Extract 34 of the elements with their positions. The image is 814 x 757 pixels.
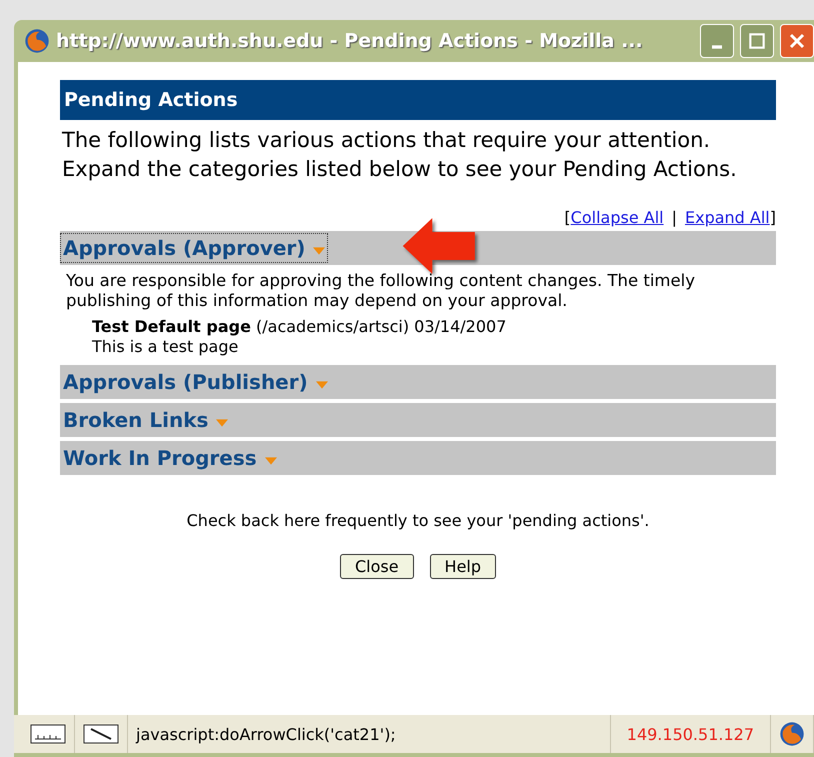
item-note: This is a test page [92, 337, 240, 357]
help-button[interactable]: Help [430, 554, 496, 579]
ip-address: 149.150.51.127 [610, 715, 771, 753]
category-toggle[interactable]: Broken Links [60, 405, 232, 435]
category-toggle[interactable]: Approvals (Publisher) [60, 367, 331, 397]
pen-icon [83, 724, 119, 744]
bracket: [ [564, 208, 571, 227]
category-toggle[interactable]: Approvals (Approver) [60, 233, 328, 263]
item-line: Test Default page (/academics/artsci) 03/14/2007 [92, 317, 508, 337]
intro-text: The following lists various actions that require your attention. Expand the categories listed below to see your Pending Actions. [61, 127, 738, 183]
category-description: You are responsible for approving the following content changes. The timely publishing of this information may depend on your approval. [66, 271, 696, 311]
expand-all-link[interactable]: Expand All [684, 208, 770, 227]
close-dialog-button[interactable]: Close [340, 554, 414, 579]
footer-text: Check back here frequently to see your 'pending actions'. [186, 511, 650, 530]
status-message: javascript:doArrowClick('cat21'); [128, 715, 611, 753]
caret-icon [313, 246, 326, 256]
caret-icon [264, 456, 277, 466]
browser-logo-icon [24, 28, 50, 54]
collapse-all-link[interactable]: Collapse All [570, 208, 664, 227]
caret-icon [316, 380, 328, 390]
close-icon [788, 32, 806, 50]
maximize-button[interactable] [740, 24, 774, 58]
separator: | [672, 208, 677, 227]
caret-icon [216, 418, 228, 428]
close-button[interactable] [780, 24, 814, 58]
category-toggle[interactable]: Work In Progress [60, 443, 280, 473]
window-title: http://www.auth.shu.edu - Pending Actions - Mozilla ... [56, 30, 644, 52]
minimize-icon [712, 45, 722, 49]
ruler-icon [30, 724, 66, 744]
bracket: ] [770, 208, 776, 227]
minimize-button[interactable] [700, 24, 734, 58]
panel-title: Pending Actions [60, 80, 776, 120]
maximize-icon [749, 33, 765, 49]
browser-logo-icon [779, 721, 805, 747]
